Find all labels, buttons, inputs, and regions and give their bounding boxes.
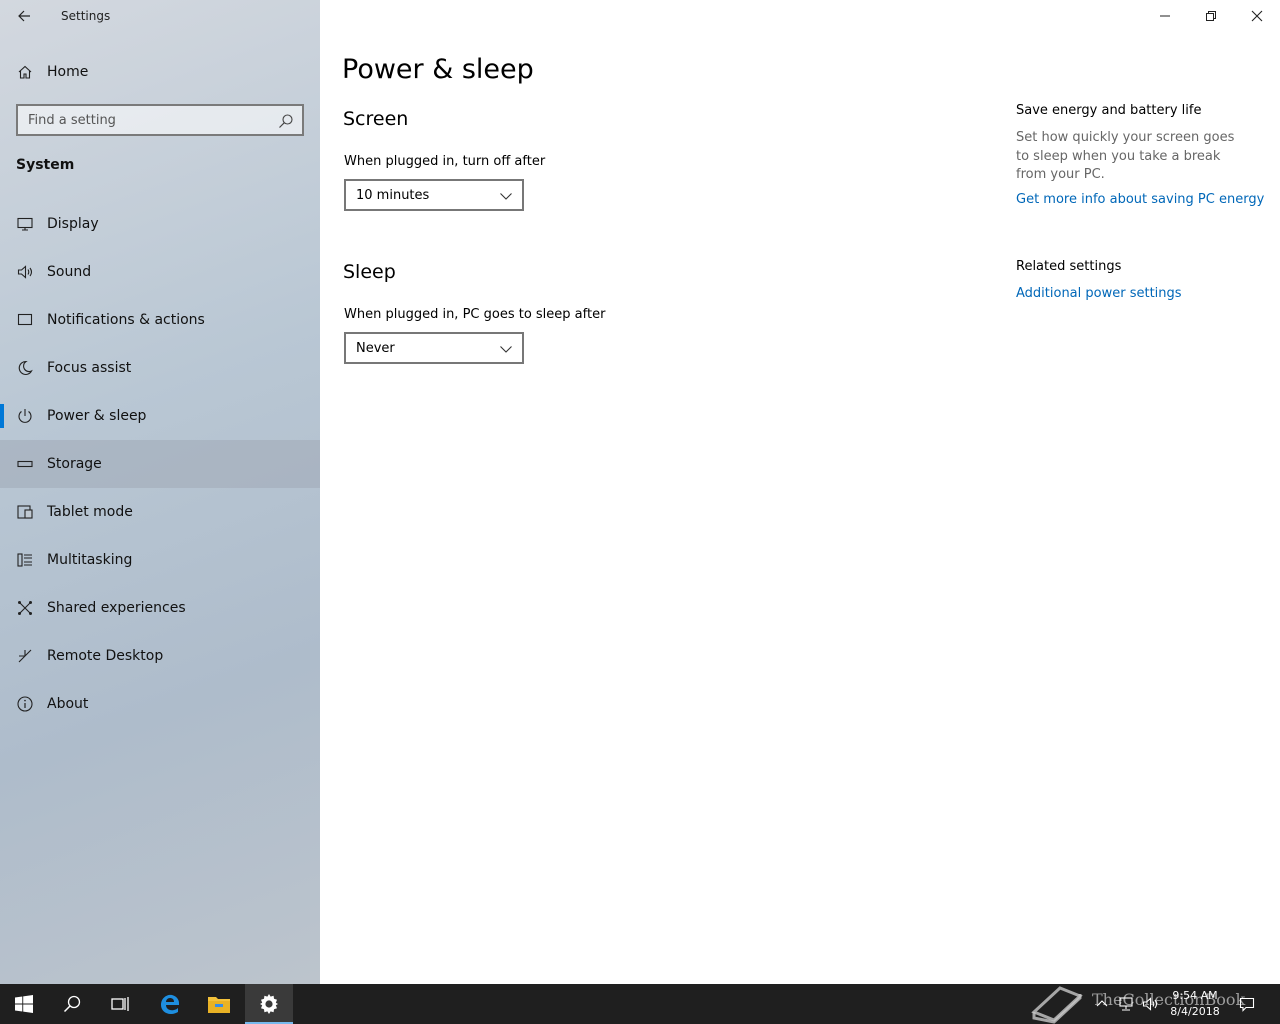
sidebar-item-label: Remote Desktop xyxy=(47,648,164,664)
additional-power-settings-link[interactable]: Additional power settings xyxy=(1016,286,1182,301)
sidebar-item-storage[interactable]: Storage xyxy=(0,440,320,488)
minimize-icon xyxy=(1160,15,1170,17)
action-center-button[interactable] xyxy=(1234,984,1260,1024)
action-center-icon xyxy=(1239,997,1255,1012)
volume-icon xyxy=(1142,997,1158,1011)
window-controls xyxy=(1142,0,1280,32)
storage-icon xyxy=(16,455,34,473)
screen-heading: Screen xyxy=(343,108,409,130)
back-button[interactable] xyxy=(8,0,40,32)
chevron-up-icon xyxy=(1096,1000,1108,1007)
sidebar-item-label: Storage xyxy=(47,456,102,472)
multitasking-icon xyxy=(16,551,34,569)
moon-icon xyxy=(16,359,34,377)
sidebar-nav: Display Sound Notifications & actions Fo… xyxy=(0,200,320,728)
chevron-down-icon xyxy=(500,346,512,353)
save-energy-description: Set how quickly your screen goes to slee… xyxy=(1016,130,1235,182)
chevron-down-icon xyxy=(500,193,512,200)
sidebar-item-power-sleep[interactable]: Power & sleep xyxy=(0,392,320,440)
search-box[interactable] xyxy=(16,104,304,136)
sidebar-item-sound[interactable]: Sound xyxy=(0,248,320,296)
file-explorer-button[interactable] xyxy=(195,984,243,1024)
clock-date: 8/4/2018 xyxy=(1170,1005,1220,1018)
task-view-icon xyxy=(111,997,129,1011)
restore-icon xyxy=(1206,11,1216,21)
sidebar-item-label: Sound xyxy=(47,264,92,280)
sidebar-item-display[interactable]: Display xyxy=(0,200,320,248)
power-icon xyxy=(16,407,34,425)
titlebar-left: Settings xyxy=(0,0,320,32)
sidebar-item-remote-desktop[interactable]: Remote Desktop xyxy=(0,632,320,680)
sleep-heading: Sleep xyxy=(343,261,396,283)
task-view-button[interactable] xyxy=(96,984,144,1024)
speaker-icon xyxy=(16,263,34,281)
volume-button[interactable] xyxy=(1138,984,1162,1024)
save-energy-heading: Save energy and battery life xyxy=(1016,103,1202,118)
sidebar-item-label: Notifications & actions xyxy=(47,312,205,328)
sidebar-item-label: Display xyxy=(47,216,99,232)
sidebar-item-tablet-mode[interactable]: Tablet mode xyxy=(0,488,320,536)
home-icon xyxy=(16,63,34,81)
edge-app-button[interactable] xyxy=(146,984,194,1024)
close-button[interactable] xyxy=(1234,0,1280,32)
sidebar-item-about[interactable]: About xyxy=(0,680,320,728)
sidebar-item-label: Focus assist xyxy=(47,360,132,376)
search-icon xyxy=(63,995,81,1013)
settings-gear-icon xyxy=(260,994,278,1014)
page-title: Power & sleep xyxy=(342,54,534,85)
app-title: Settings xyxy=(61,9,111,23)
sidebar-item-label: Multitasking xyxy=(47,552,133,568)
windows-start-icon xyxy=(15,995,33,1013)
sidebar-item-label: Shared experiences xyxy=(47,600,186,616)
sleep-timeout-label: When plugged in, PC goes to sleep after xyxy=(344,307,606,322)
related-settings-heading: Related settings xyxy=(1016,259,1122,274)
settings-app-button[interactable] xyxy=(245,984,293,1024)
clock-time: 9:54 AM xyxy=(1172,989,1218,1002)
show-hidden-icons-button[interactable] xyxy=(1090,984,1114,1024)
book-logo-icon xyxy=(1031,986,1083,1024)
back-arrow-icon xyxy=(18,10,30,22)
file-explorer-icon xyxy=(208,997,230,1013)
info-icon xyxy=(16,695,34,713)
main-content: Power & sleep Screen When plugged in, tu… xyxy=(320,0,1280,984)
notification-icon xyxy=(16,311,34,329)
search-input[interactable] xyxy=(18,106,268,134)
network-icon xyxy=(1119,997,1133,1011)
taskbar: TheCollectionBook 9:54 AM 8/4/2018 xyxy=(0,984,1280,1024)
sidebar-item-label: Power & sleep xyxy=(47,408,147,424)
sidebar-item-home[interactable]: Home xyxy=(0,52,320,92)
sidebar-item-focus-assist[interactable]: Focus assist xyxy=(0,344,320,392)
start-button[interactable] xyxy=(0,984,48,1024)
close-icon xyxy=(1251,10,1263,22)
tablet-icon xyxy=(16,503,34,521)
restore-button[interactable] xyxy=(1188,0,1234,32)
home-label: Home xyxy=(47,64,89,80)
save-energy-link[interactable]: Get more info about saving PC energy xyxy=(1016,192,1264,207)
sidebar-item-multitasking[interactable]: Multitasking xyxy=(0,536,320,584)
network-button[interactable] xyxy=(1114,984,1138,1024)
minimize-button[interactable] xyxy=(1142,0,1188,32)
sidebar-item-shared-experiences[interactable]: Shared experiences xyxy=(0,584,320,632)
sidebar: Settings Home System Display Sound xyxy=(0,0,320,984)
display-icon xyxy=(16,215,34,233)
screen-timeout-label: When plugged in, turn off after xyxy=(344,154,546,169)
edge-icon xyxy=(161,994,179,1014)
sleep-timeout-value: Never xyxy=(356,340,395,356)
search-icon[interactable] xyxy=(278,113,294,129)
screen-timeout-dropdown[interactable]: 10 minutes xyxy=(344,179,524,211)
clock[interactable]: 9:54 AM 8/4/2018 xyxy=(1162,988,1228,1020)
taskbar-search-button[interactable] xyxy=(48,984,96,1024)
sidebar-item-label: Tablet mode xyxy=(47,504,133,520)
sleep-timeout-dropdown[interactable]: Never xyxy=(344,332,524,364)
screen-timeout-value: 10 minutes xyxy=(356,187,430,203)
sidebar-item-notifications[interactable]: Notifications & actions xyxy=(0,296,320,344)
sidebar-item-label: About xyxy=(47,696,89,712)
shared-icon xyxy=(16,599,34,617)
section-label-system: System xyxy=(16,157,75,173)
remote-desktop-icon xyxy=(16,647,34,665)
